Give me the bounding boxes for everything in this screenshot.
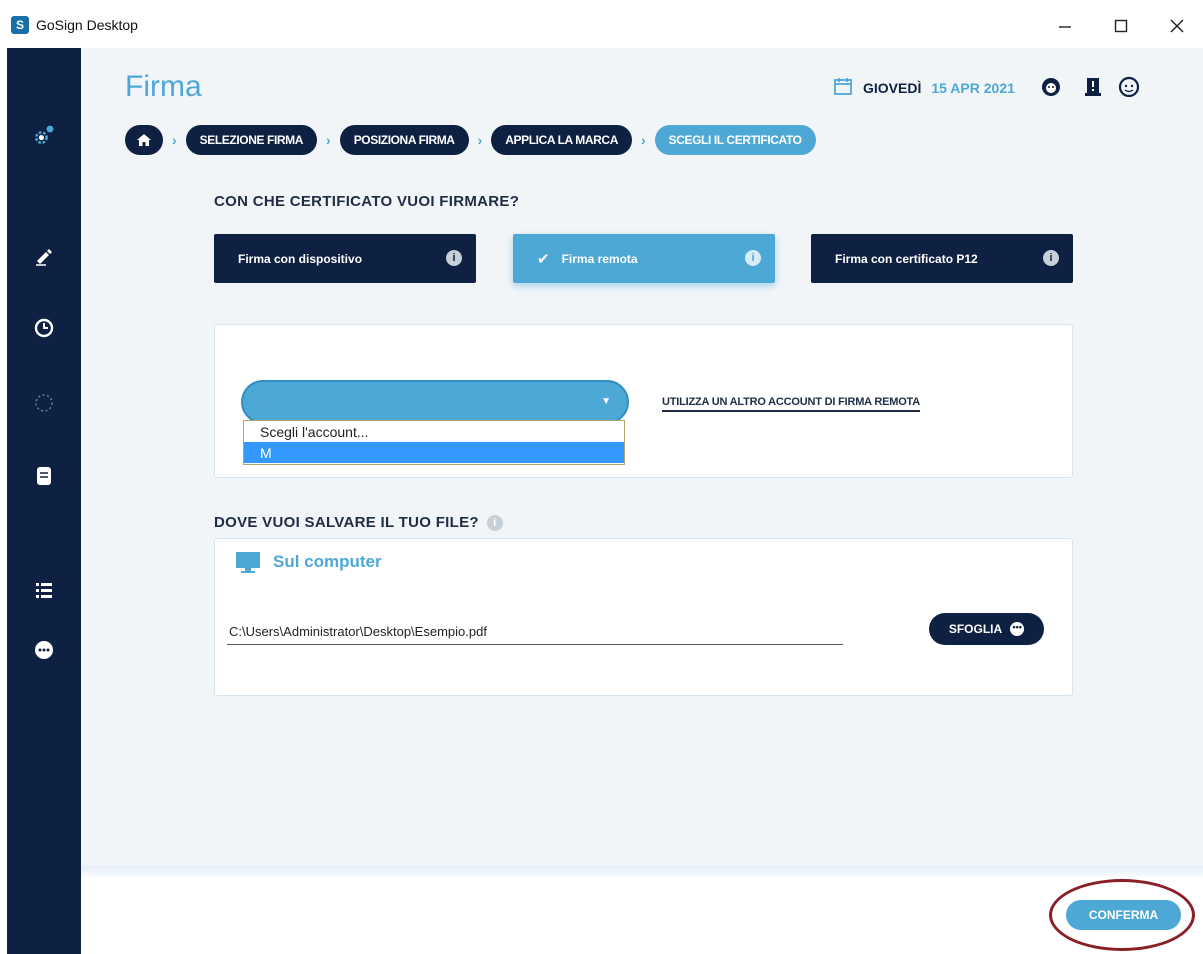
document-icon[interactable]	[32, 464, 56, 488]
breadcrumb-separator-icon: ›	[172, 132, 177, 148]
loading-spinner-icon	[32, 391, 56, 415]
breadcrumb-applica-marca[interactable]: APPLICA LA MARCA	[491, 125, 632, 155]
title-bar: S GoSign Desktop	[0, 0, 1203, 48]
dropdown-option-placeholder[interactable]: Scegli l'account...	[244, 421, 624, 442]
breadcrumb-selezione-firma[interactable]: SELEZIONE FIRMA	[185, 125, 318, 155]
breadcrumb-separator-icon: ›	[477, 132, 483, 148]
settings-gear-icon[interactable]	[32, 123, 56, 147]
breadcrumb: › SELEZIONE FIRMA › POSIZIONA FIRMA › AP…	[125, 125, 816, 155]
sidebar	[7, 48, 81, 954]
option-firma-remota[interactable]: ✔ Firma remota i	[513, 234, 775, 283]
calendar-icon	[833, 76, 853, 99]
file-path-input[interactable]	[227, 619, 843, 645]
browse-label: SFOGLIA	[948, 622, 1003, 636]
save-question-row: DOVE VUOI SALVARE IL TUO FILE? i	[214, 514, 503, 532]
option-label: Firma remota	[561, 251, 638, 266]
save-question: DOVE VUOI SALVARE IL TUO FILE?	[214, 514, 479, 531]
notification-icon[interactable]	[1081, 75, 1105, 99]
date-day: GIOVEDÌ	[863, 79, 922, 96]
user-profile-icon[interactable]	[1117, 75, 1141, 99]
breadcrumb-home[interactable]	[125, 125, 163, 155]
maximize-icon[interactable]	[1106, 12, 1136, 40]
account-dropdown-list: Scegli l'account... M	[243, 420, 625, 465]
info-icon[interactable]: i	[446, 250, 462, 266]
close-icon[interactable]	[1162, 12, 1192, 40]
checkmark-icon: ✔	[537, 250, 550, 268]
page-title: Firma	[125, 70, 202, 103]
more-dots-icon: •••	[1010, 622, 1025, 636]
browse-button[interactable]: SFOGLIA •••	[929, 613, 1044, 645]
info-icon[interactable]: i	[1043, 250, 1059, 266]
main-content: Firma GIOVEDÌ 15 APR 2021 › SELEZIONE FI…	[81, 48, 1203, 874]
option-label: Firma con dispositivo	[238, 251, 363, 266]
date-value: 15 APR 2021	[931, 79, 1015, 96]
certificate-question: CON CHE CERTIFICATO VUOI FIRMARE?	[214, 193, 520, 210]
other-account-link[interactable]: UTILIZZA UN ALTRO ACCOUNT DI FIRMA REMOT…	[662, 396, 920, 412]
dropdown-option-m[interactable]: M	[244, 442, 624, 463]
window-title: GoSign Desktop	[36, 17, 138, 33]
more-options-icon[interactable]	[32, 638, 56, 662]
info-icon[interactable]: i	[486, 515, 503, 532]
footer-bar: CONFERMA	[81, 876, 1203, 954]
minimize-icon[interactable]	[1050, 12, 1080, 40]
sign-pen-icon[interactable]	[32, 244, 56, 268]
option-firma-p12[interactable]: Firma con certificato P12 i	[811, 234, 1073, 283]
save-card: Sul computer SFOGLIA •••	[214, 538, 1073, 696]
footer-divider	[81, 866, 1203, 876]
breadcrumb-scegli-certificato[interactable]: SCEGLI IL CERTIFICATO	[654, 125, 816, 155]
breadcrumb-separator-icon: ›	[640, 132, 646, 148]
confirm-button[interactable]: CONFERMA	[1066, 900, 1181, 930]
info-icon[interactable]: i	[745, 250, 761, 266]
option-firma-dispositivo[interactable]: Firma con dispositivo i	[214, 234, 476, 283]
date-display: GIOVEDÌ 15 APR 2021	[833, 76, 1015, 99]
caret-down-icon: ▼	[601, 396, 611, 407]
account-card: ▼ Scegli l'account... M UTILIZZA UN ALTR…	[214, 324, 1073, 478]
list-tasks-icon[interactable]	[32, 578, 56, 602]
computer-monitor-icon	[235, 551, 261, 575]
app-logo-icon: S	[11, 16, 29, 34]
option-label: Firma con certificato P12	[835, 251, 978, 266]
history-clock-icon[interactable]	[32, 316, 56, 340]
support-agent-icon[interactable]	[1039, 75, 1063, 99]
breadcrumb-posiziona-firma[interactable]: POSIZIONA FIRMA	[339, 125, 469, 155]
save-location-label: Sul computer	[273, 552, 382, 571]
home-icon	[137, 134, 151, 146]
account-select[interactable]: ▼	[241, 380, 629, 424]
breadcrumb-separator-icon: ›	[326, 132, 331, 148]
